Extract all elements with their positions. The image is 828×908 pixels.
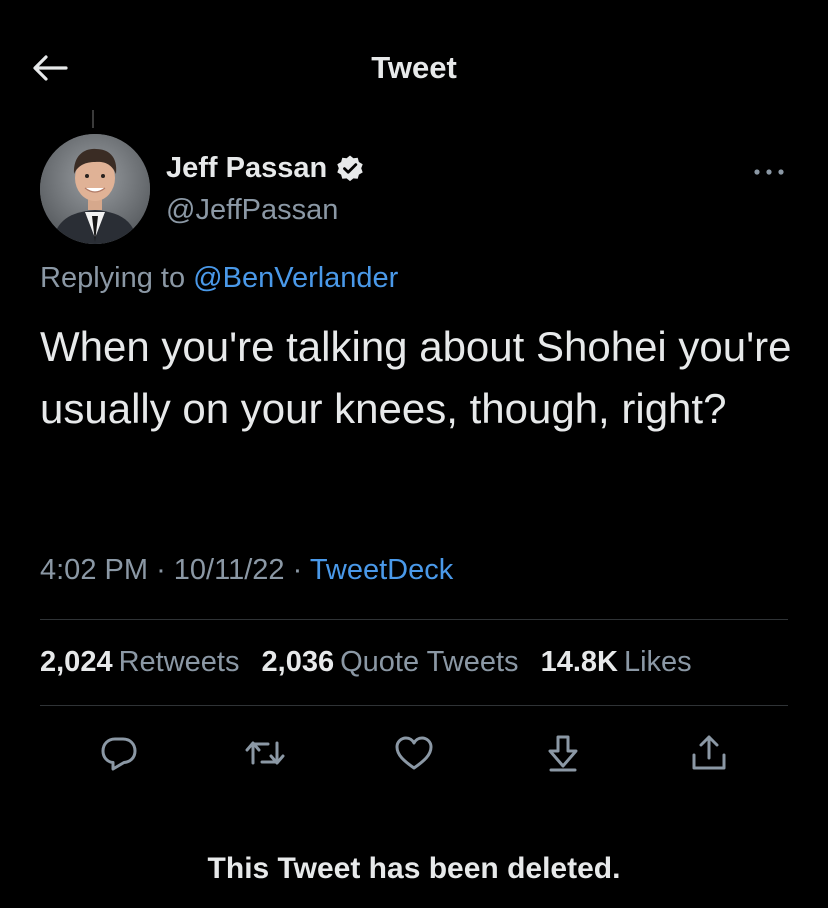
author-display-name[interactable]: Jeff Passan [166,152,327,185]
tweet-time[interactable]: 4:02 PM [40,554,148,586]
thread-connector-line [92,110,94,128]
tweet-date[interactable]: 10/11/22 [174,554,285,586]
meta-separator: · [156,554,166,586]
profile-photo [40,134,150,244]
retweets-label: Retweets [118,646,240,678]
likes-label: Likes [623,646,692,678]
divider [40,705,788,706]
like-icon [395,736,433,770]
tweet-meta: 4:02 PM · 10/11/22 · TweetDeck [40,554,453,587]
divider [40,619,788,620]
avatar[interactable] [40,134,150,244]
author-handle[interactable]: @JeffPassan [166,194,338,227]
share-icon [692,735,726,770]
retweet-icon [245,741,285,765]
bookmark-icon [548,735,578,772]
author-name-row[interactable]: Jeff Passan [166,152,365,185]
deleted-notice: This Tweet has been deleted. [207,852,621,885]
meta-separator: · [292,554,303,586]
tweet-stats: 2,024 Retweets 2,036 Quote Tweets 14.8K Lik… [40,646,706,679]
more-options-button[interactable] [744,154,794,190]
quote-tweets-count: 2,036 [261,646,335,678]
share-button[interactable] [684,728,734,778]
retweet-button[interactable] [240,728,290,778]
bookmark-button[interactable] [538,728,588,778]
likes-count: 14.8K [540,646,618,678]
replying-to-mention[interactable]: @BenVerlander [193,262,398,294]
verified-badge-icon [335,154,365,184]
action-bar [0,728,828,778]
replying-to-label: Replying to [40,262,194,294]
reply-icon [101,737,137,771]
quote-tweets-stat[interactable]: 2,036 Quote Tweets [262,646,519,678]
more-dots-icon [754,169,784,175]
retweets-stat[interactable]: 2,024 Retweets [40,646,239,678]
reply-button[interactable] [94,728,144,778]
tweet-source-link[interactable]: TweetDeck [310,554,453,586]
page-title: Tweet [371,50,457,85]
tweet-text: When you're talking about Shohei you're … [40,323,792,432]
likes-stat[interactable]: 14.8K Likes [541,646,692,678]
retweets-count: 2,024 [40,646,113,678]
replying-to-line: Replying to @BenVerlander [40,262,398,295]
quote-tweets-label: Quote Tweets [340,646,519,678]
top-bar: Tweet [0,40,828,96]
like-button[interactable] [389,728,439,778]
